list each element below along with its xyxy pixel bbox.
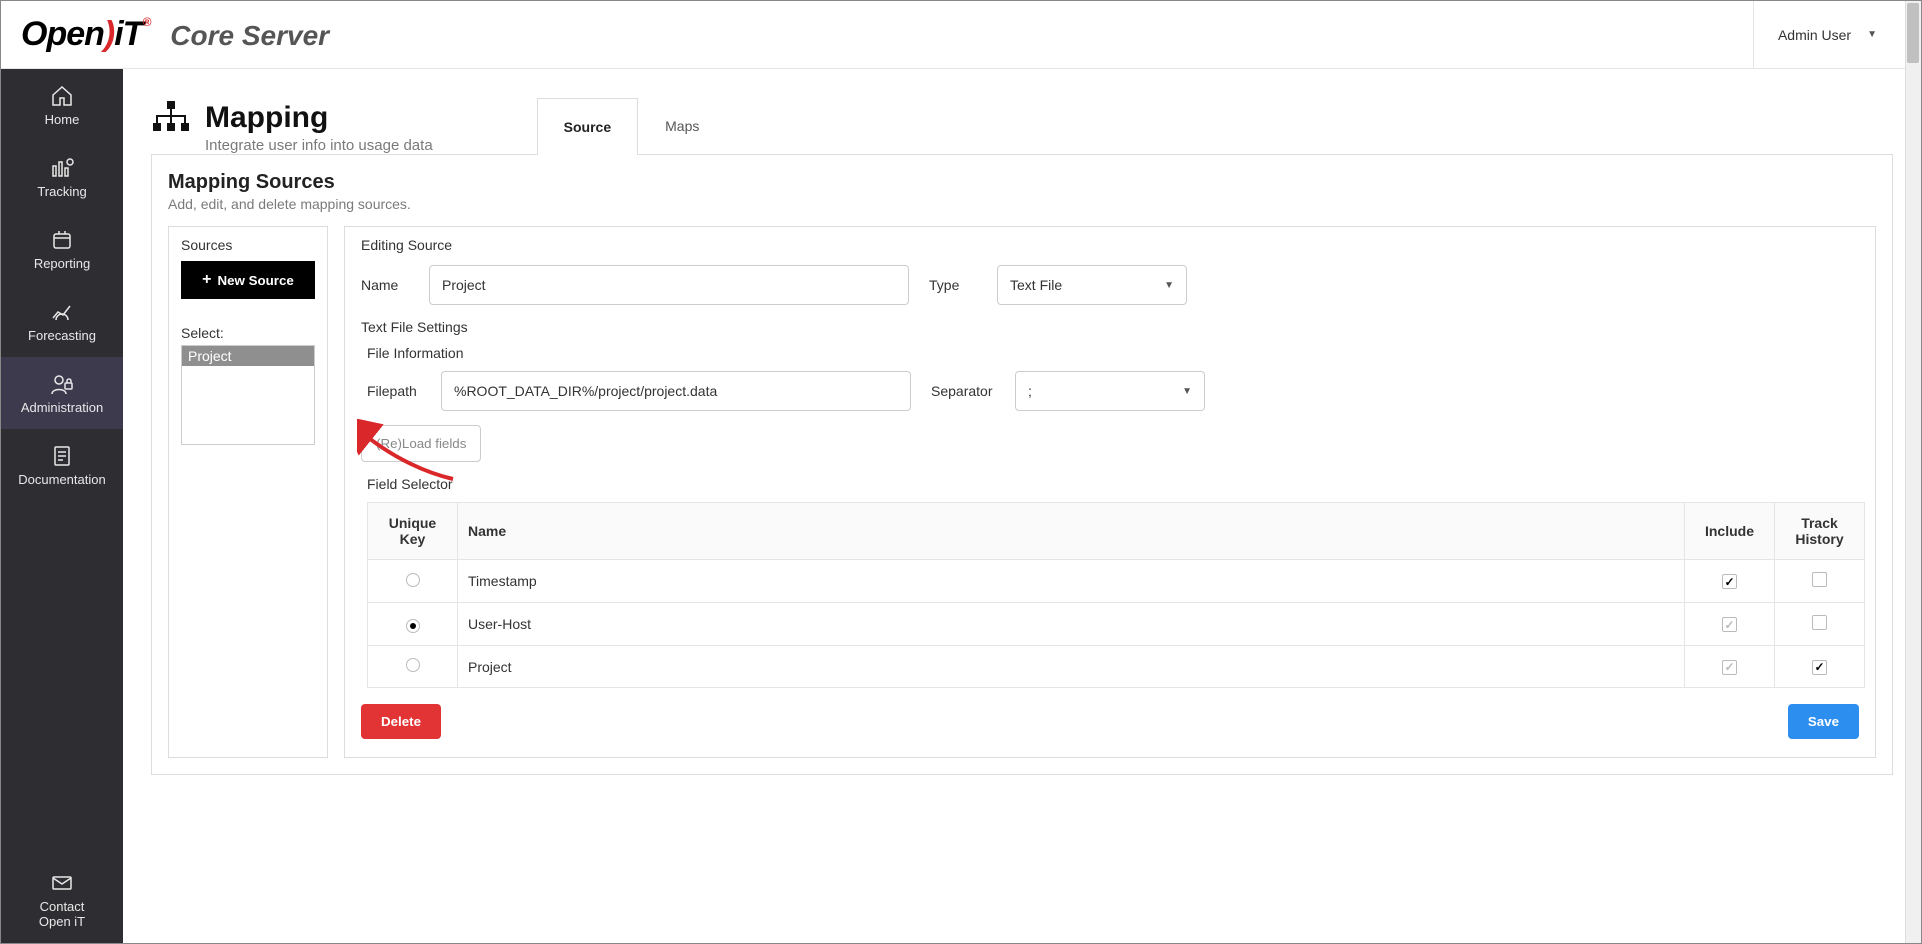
track-history-checkbox[interactable]	[1812, 572, 1827, 587]
sidebar-item-label: Administration	[21, 400, 103, 415]
track-history-checkbox[interactable]	[1812, 660, 1827, 675]
contact-line2: Open iT	[39, 914, 85, 929]
separator-label: Separator	[931, 383, 1001, 399]
sidebar-item-forecasting[interactable]: Forecasting	[1, 285, 123, 357]
main-content: Mapping Integrate user info into usage d…	[123, 69, 1921, 943]
col-include: Include	[1685, 503, 1775, 560]
separator-select[interactable]: ; ▼	[1015, 371, 1205, 411]
type-select[interactable]: Text File ▼	[997, 265, 1187, 305]
unique-key-radio[interactable]	[406, 573, 420, 587]
scrollbar-thumb[interactable]	[1907, 3, 1919, 63]
openit-logo: Open)iT®	[21, 15, 150, 54]
plus-icon: +	[202, 271, 211, 289]
tabs: Source Maps	[537, 97, 727, 154]
name-input[interactable]	[429, 265, 909, 305]
sources-title: Sources	[181, 237, 315, 253]
col-name: Name	[458, 503, 1685, 560]
source-item-project[interactable]: Project	[182, 346, 314, 366]
unique-key-radio[interactable]	[406, 619, 420, 633]
field-name: Timestamp	[458, 560, 1685, 603]
tracking-icon	[48, 156, 76, 180]
fileinfo-header: File Information	[367, 345, 1859, 361]
mapping-icon	[151, 101, 191, 138]
field-name: User-Host	[458, 603, 1685, 646]
mapping-sources-panel: Mapping Sources Add, edit, and delete ma…	[151, 154, 1893, 775]
administration-icon	[48, 372, 76, 396]
sidebar: Home Tracking Reporting Forecasting Admi…	[1, 69, 123, 943]
include-checkbox[interactable]	[1722, 574, 1737, 589]
forecasting-icon	[48, 300, 76, 324]
sidebar-item-contact[interactable]: Contact Open iT	[1, 871, 123, 943]
select-label: Select:	[181, 325, 315, 341]
field-selector-table: Unique Key Name Include Track History Ti…	[367, 502, 1865, 688]
caret-down-icon: ▼	[1867, 29, 1877, 40]
editing-source-title: Editing Source	[361, 237, 1859, 253]
sidebar-item-label: Documentation	[18, 472, 105, 487]
sidebar-item-home[interactable]: Home	[1, 69, 123, 141]
panel-subtitle: Add, edit, and delete mapping sources.	[168, 196, 1876, 212]
sidebar-item-tracking[interactable]: Tracking	[1, 141, 123, 213]
col-unique-key: Unique Key	[368, 503, 458, 560]
sidebar-item-label: Reporting	[34, 256, 90, 271]
unique-key-radio[interactable]	[406, 658, 420, 672]
col-track-history: Track History	[1775, 503, 1865, 560]
table-row: User-Host	[368, 603, 1865, 646]
sidebar-item-label: Home	[45, 112, 80, 127]
sidebar-item-administration[interactable]: Administration	[1, 357, 123, 429]
name-label: Name	[361, 277, 415, 293]
sidebar-item-label: Tracking	[37, 184, 86, 199]
sidebar-item-reporting[interactable]: Reporting	[1, 213, 123, 285]
sidebar-item-label: Forecasting	[28, 328, 96, 343]
panel-title: Mapping Sources	[168, 171, 1876, 194]
documentation-icon	[48, 444, 76, 468]
track-history-checkbox[interactable]	[1812, 615, 1827, 630]
scrollbar[interactable]	[1905, 1, 1921, 943]
table-row: Project	[368, 646, 1865, 688]
contact-line1: Contact	[40, 899, 85, 914]
brand-logo: Open)iT® Core Server	[21, 15, 329, 54]
separator-value: ;	[1028, 383, 1032, 399]
user-menu[interactable]: Admin User ▼	[1753, 1, 1901, 69]
type-value: Text File	[1010, 277, 1062, 293]
field-name: Project	[458, 646, 1685, 688]
page-subtitle: Integrate user info into usage data	[205, 137, 433, 154]
new-source-button[interactable]: + New Source	[181, 261, 315, 299]
mail-icon	[48, 871, 76, 895]
filepath-label: Filepath	[367, 383, 427, 399]
field-selector-header: Field Selector	[367, 476, 1859, 492]
page-title: Mapping	[205, 101, 433, 135]
textfile-settings-header: Text File Settings	[361, 319, 1859, 335]
include-checkbox	[1722, 617, 1737, 632]
topbar: Open)iT® Core Server Admin User ▼	[1, 1, 1921, 69]
app-name: Core Server	[170, 20, 329, 52]
save-button[interactable]: Save	[1788, 704, 1859, 739]
home-icon	[48, 84, 76, 108]
reporting-icon	[48, 228, 76, 252]
type-label: Type	[929, 277, 983, 293]
user-name: Admin User	[1778, 27, 1851, 43]
table-row: Timestamp	[368, 560, 1865, 603]
sidebar-item-documentation[interactable]: Documentation	[1, 429, 123, 501]
reload-fields-button[interactable]: (Re)Load fields	[361, 425, 481, 462]
include-checkbox	[1722, 660, 1737, 675]
new-source-label: New Source	[218, 273, 294, 288]
tab-source[interactable]: Source	[537, 98, 638, 155]
editing-source-box: Editing Source Name Type Text File ▼ Tex…	[344, 226, 1876, 758]
sources-box: Sources + New Source Select: Project	[168, 226, 328, 758]
delete-button[interactable]: Delete	[361, 704, 441, 739]
sources-list[interactable]: Project	[181, 345, 315, 445]
caret-down-icon: ▼	[1182, 386, 1192, 397]
tab-maps[interactable]: Maps	[638, 97, 726, 154]
filepath-input[interactable]	[441, 371, 911, 411]
caret-down-icon: ▼	[1164, 280, 1174, 291]
